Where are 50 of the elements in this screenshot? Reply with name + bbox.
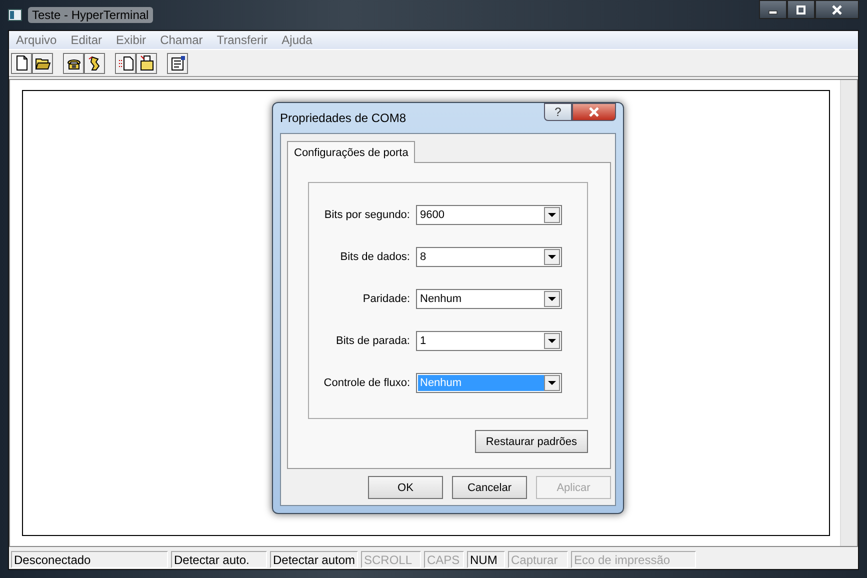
maximize-icon [796, 4, 806, 14]
properties-button[interactable] [167, 52, 188, 74]
menu-item[interactable]: Chamar [153, 33, 210, 47]
send-file-button[interactable] [115, 52, 136, 74]
field-label: Controle de fluxo: [324, 377, 410, 389]
dialog-button[interactable]: OK [368, 476, 443, 499]
document-icon [14, 55, 30, 71]
close-button[interactable] [815, 0, 859, 19]
document-button[interactable] [11, 52, 32, 74]
telephone-hangup-button[interactable] [84, 52, 105, 74]
telephone-hangup-icon [86, 55, 102, 71]
app-icon [8, 9, 22, 21]
status-field: Desconectado [11, 550, 168, 568]
field-label: Bits por segundo: [324, 209, 410, 221]
menu-item[interactable]: Transferir [210, 33, 275, 47]
close-icon [831, 4, 843, 14]
tab[interactable]: Configurações de porta [287, 141, 416, 163]
dialog-button[interactable]: Cancelar [452, 476, 527, 499]
menu-item[interactable]: Editar [64, 33, 110, 47]
status-field: Detectar autom [270, 550, 358, 568]
close-button[interactable] [572, 103, 616, 121]
maximize-button[interactable] [787, 0, 815, 19]
telephone-button[interactable] [63, 52, 84, 74]
receive-folder-icon [138, 55, 154, 71]
dropdown-field[interactable]: 1 [416, 331, 562, 351]
menu-item[interactable]: Arquivo [9, 33, 64, 47]
status-field: Capturar [508, 550, 568, 568]
dropdown-field[interactable]: 9600 [416, 205, 562, 225]
properties-icon [170, 55, 186, 71]
dialog-title: Propriedades de COM8 [280, 111, 406, 125]
dropdown-field[interactable]: 8 [416, 247, 562, 267]
status-field: NUM [467, 550, 505, 568]
restore-defaults-button[interactable]: Restaurar padrões [474, 430, 588, 453]
window-title: Teste - HyperTerminal [28, 7, 153, 23]
status-field: Detectar auto. [171, 550, 267, 568]
minimize-button[interactable] [759, 0, 787, 19]
help-button[interactable]: ? [544, 103, 572, 121]
status-field: SCROLL [361, 550, 421, 568]
receive-folder-button[interactable] [136, 52, 157, 74]
menu-item[interactable]: Ajuda [274, 33, 320, 47]
scroll-bar[interactable] [840, 80, 857, 546]
dropdown-field[interactable]: Nenhum [416, 289, 562, 309]
menu-item[interactable]: Exibir [109, 33, 154, 47]
field-label: Paridade: [362, 293, 410, 305]
close-icon [588, 107, 600, 117]
folder-button[interactable] [32, 52, 53, 74]
field-label: Bits de dados: [340, 251, 410, 263]
field-label: Bits de parada: [336, 335, 410, 347]
status-field: CAPS [424, 550, 464, 568]
status-field: Eco de impressão [571, 550, 696, 568]
